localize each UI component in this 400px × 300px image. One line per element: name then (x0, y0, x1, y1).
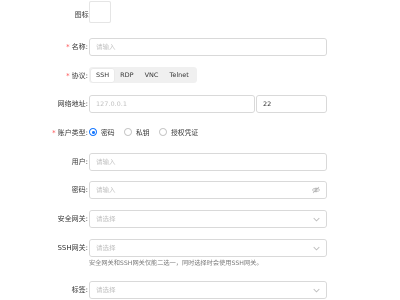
account-type-label: * 账户类型: (52, 129, 88, 137)
radio-checked-icon (89, 128, 97, 136)
tags-select[interactable]: 请选择 (89, 281, 327, 299)
protocol-row: * 协议: SSH RDP VNC Telnet (0, 67, 400, 85)
tags-label: 标签: (71, 286, 88, 294)
address-label: 网络地址: (57, 100, 88, 108)
chevron-down-icon (313, 282, 320, 298)
icon-picker[interactable] (89, 1, 111, 23)
user-row: 用户: 请输入 (0, 153, 400, 171)
port-input[interactable]: 22 (256, 95, 327, 113)
user-input[interactable]: 请输入 (89, 153, 327, 171)
chevron-down-icon (313, 240, 320, 256)
radio-unchecked-icon (159, 128, 167, 136)
name-row: * 名称: 请输入 (0, 38, 400, 56)
name-input[interactable]: 请输入 (89, 38, 327, 56)
account-type-credential-radio[interactable]: 授权凭证 (159, 127, 198, 137)
icon-row: 图标: (0, 1, 400, 24)
ssh-gateway-select[interactable]: 请选择 (89, 239, 327, 257)
host-input[interactable]: 127.0.0.1 (89, 95, 255, 113)
account-type-private-key-radio[interactable]: 私钥 (124, 127, 150, 137)
gateway-row: 安全网关: 请选择 (0, 210, 400, 228)
gateway-select[interactable]: 请选择 (89, 210, 327, 228)
password-input[interactable]: 请输入 (89, 181, 327, 199)
chevron-down-icon (313, 211, 320, 227)
protocol-option-telnet[interactable]: Telnet (164, 69, 193, 82)
ssh-gateway-label: SSH网关: (57, 244, 88, 252)
protocol-label: * 协议: (66, 72, 88, 80)
gateway-label: 安全网关: (57, 215, 88, 223)
protocol-option-rdp[interactable]: RDP (115, 69, 138, 82)
address-row: 网络地址: 127.0.0.1 22 (0, 95, 400, 113)
account-type-password-radio[interactable]: 密码 (89, 127, 115, 137)
name-label: * 名称: (66, 43, 88, 51)
protocol-segmented: SSH RDP VNC Telnet (89, 67, 197, 83)
password-label: 密码: (71, 186, 88, 194)
eye-off-icon[interactable] (312, 182, 320, 198)
ssh-gateway-row: SSH网关: 请选择 (0, 239, 400, 257)
user-label: 用户: (71, 158, 88, 166)
radio-unchecked-icon (124, 128, 132, 136)
protocol-option-ssh[interactable]: SSH (91, 68, 115, 82)
protocol-option-vnc[interactable]: VNC (140, 69, 164, 82)
account-type-row: * 账户类型: 密码 私钥 授权凭证 (0, 124, 400, 142)
ssh-gateway-helper-text: 安全网关和SSH网关仅能二选一，同时选择时会使用SSH网关。 (89, 260, 263, 267)
tags-row: 标签: 请选择 (0, 281, 400, 299)
password-row: 密码: 请输入 (0, 181, 400, 199)
